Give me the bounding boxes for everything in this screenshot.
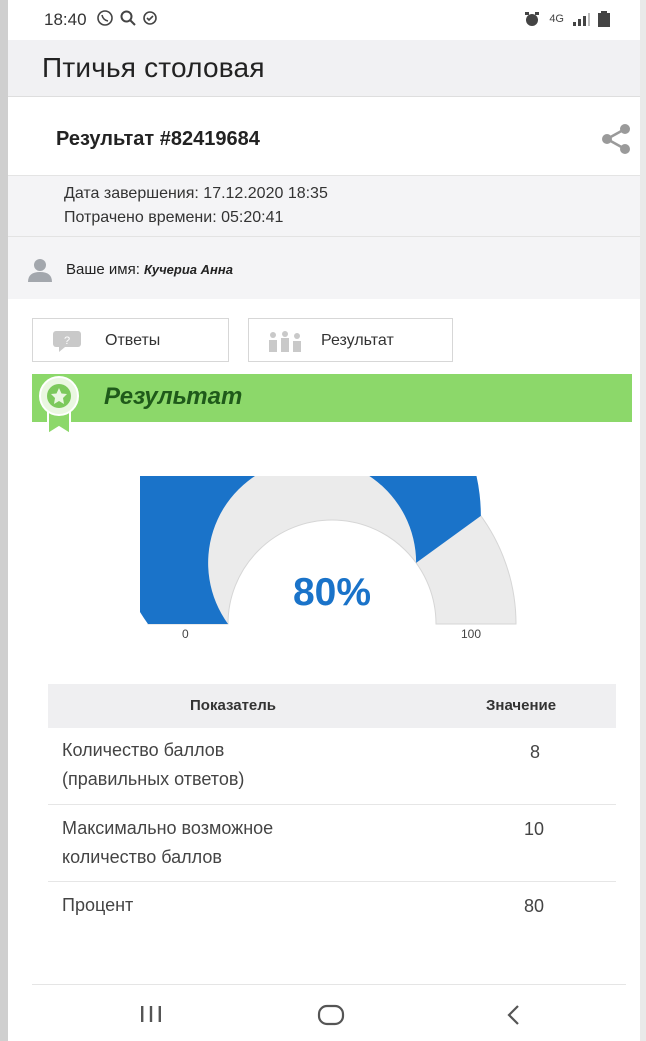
row-name-line2: количество баллов <box>62 847 222 867</box>
row-name: Количество баллов (правильных ответов) <box>62 736 244 794</box>
gauge-svg <box>112 331 517 625</box>
result-header: Результат #82419684 <box>8 97 640 176</box>
table-row: Процент 80 <box>48 882 616 932</box>
status-time: 18:40 <box>44 10 87 29</box>
status-icons-left <box>96 9 158 27</box>
battery-icon <box>598 11 610 27</box>
user-name-row: Ваше имя: Кучериа Анна <box>66 261 233 278</box>
column-header-name: Показатель <box>190 697 277 714</box>
user-row: Ваше имя: Кучериа Анна <box>8 237 640 299</box>
result-heading: Результат #82419684 <box>56 128 260 150</box>
completion-date: Дата завершения: 17.12.2020 18:35 <box>64 185 328 202</box>
screen-frame-right <box>640 0 646 1041</box>
row-name: Процент <box>62 895 134 915</box>
results-table: Показатель Значение Количество баллов (пр… <box>48 684 616 932</box>
user-name-label: Ваше имя: <box>66 261 145 278</box>
viber-icon <box>97 10 113 26</box>
row-name-line1: Количество баллов <box>62 740 225 760</box>
column-header-value: Значение <box>486 697 557 714</box>
user-icon <box>28 259 52 282</box>
search-icon <box>120 10 136 26</box>
screen-frame-left <box>0 0 8 1041</box>
score-gauge: 80% <box>112 331 524 646</box>
gauge-percent-label: 80% <box>292 571 372 614</box>
share-icon[interactable] <box>596 119 636 159</box>
row-value: 8 <box>530 742 541 762</box>
result-banner: Результат <box>32 374 632 436</box>
network-type: 4G <box>549 13 564 25</box>
table-row: Количество баллов (правильных ответов) 8 <box>48 728 616 805</box>
svg-text:?: ? <box>64 335 70 347</box>
answers-button[interactable]: ? Ответы <box>32 318 229 362</box>
result-meta: Дата завершения: 17.12.2020 18:35 Потрач… <box>8 176 640 237</box>
gauge-max-label: 100 <box>461 627 482 641</box>
row-name: Максимально возможное количество баллов <box>62 814 273 872</box>
people-chart-icon <box>269 331 301 352</box>
table-header: Показатель Значение <box>48 684 616 728</box>
alarm-icon <box>525 12 540 26</box>
status-bar: 18:40 4G <box>8 0 640 40</box>
user-name-value: Кучериа Анна <box>144 262 233 277</box>
row-value: 80 <box>524 896 545 916</box>
row-name-line2: (правильных ответов) <box>62 769 245 789</box>
app-bar: Птичья столовая <box>8 40 640 97</box>
app-title: Птичья столовая <box>42 52 265 83</box>
award-ribbon-icon <box>39 376 79 436</box>
answers-button-label: Ответы <box>105 332 161 349</box>
result-button-label: Результат <box>321 332 394 349</box>
system-nav-bar <box>8 985 640 1041</box>
home-icon[interactable] <box>317 1003 345 1027</box>
question-bubble-icon: ? <box>53 331 81 352</box>
shield-check-icon <box>143 11 157 25</box>
time-spent: Потрачено времени: 05:20:41 <box>64 209 284 226</box>
recent-apps-icon[interactable] <box>138 1003 164 1025</box>
status-icons-right: 4G <box>523 10 610 28</box>
row-value: 10 <box>524 819 545 839</box>
gauge-min-label: 0 <box>182 627 189 641</box>
back-icon[interactable] <box>504 1003 524 1027</box>
row-name-line1: Максимально возможное <box>62 818 274 838</box>
signal-icon <box>573 13 590 26</box>
result-button[interactable]: Результат <box>248 318 453 362</box>
banner-title: Результат <box>104 383 243 410</box>
table-row: Максимально возможное количество баллов 1… <box>48 805 616 882</box>
